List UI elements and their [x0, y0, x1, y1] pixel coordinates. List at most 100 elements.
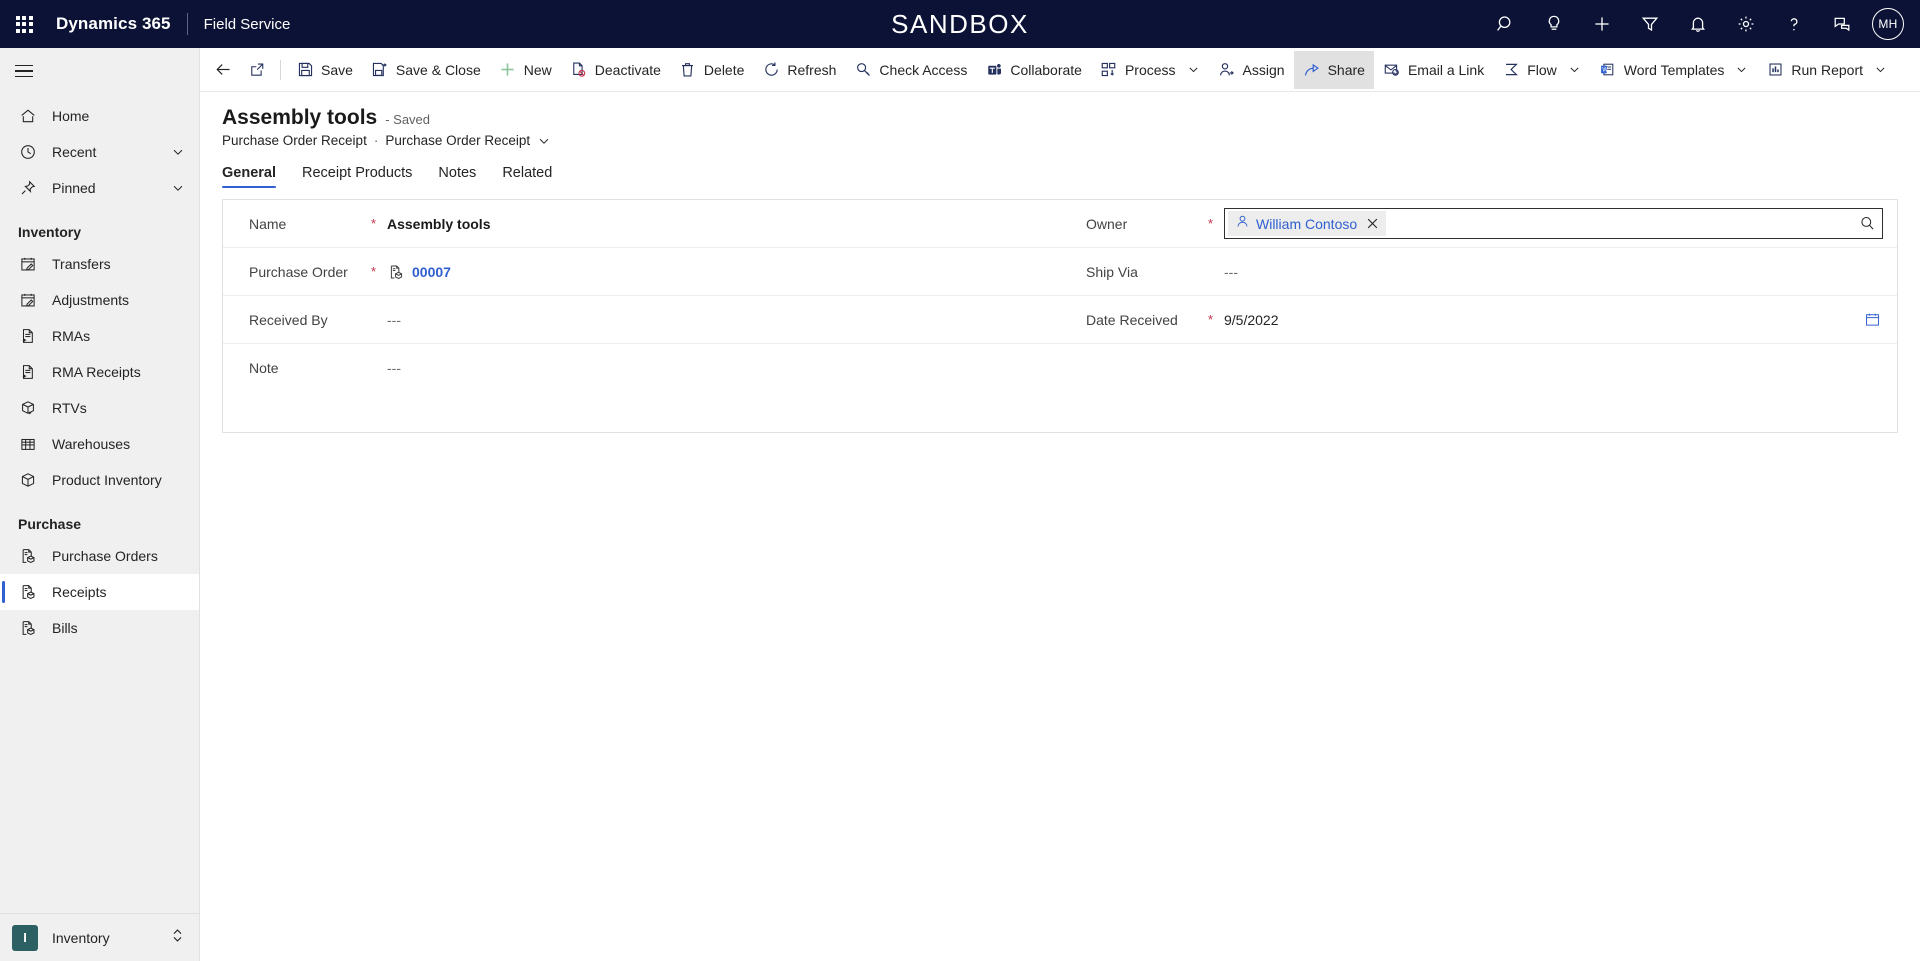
command-label: Check Access: [879, 61, 968, 78]
doc-box-icon: [18, 618, 38, 638]
calendar-icon[interactable]: [1861, 311, 1883, 328]
site-map-toggle-button[interactable]: [0, 48, 199, 94]
close-icon[interactable]: [1363, 215, 1381, 233]
collaborate-button[interactable]: Collaborate: [976, 51, 1091, 89]
owner-chip[interactable]: William Contoso: [1228, 211, 1387, 236]
sidebar-item-rmas[interactable]: RMAs: [0, 318, 199, 354]
sidebar-item-adjustments[interactable]: Adjustments: [0, 282, 199, 318]
delete-button[interactable]: Delete: [670, 51, 753, 89]
report-icon: [1766, 61, 1784, 79]
sidebar-item-warehouses[interactable]: Warehouses: [0, 426, 199, 462]
command-label: Collaborate: [1010, 61, 1082, 78]
owner-lookup-input[interactable]: William Contoso: [1224, 208, 1883, 239]
field-note: Note ---: [223, 344, 1060, 392]
email-link-button[interactable]: Email a Link: [1374, 51, 1493, 89]
sidebar-item-receipts[interactable]: Receipts: [0, 574, 199, 610]
deactivate-icon: [570, 61, 588, 79]
field-date-received: Date Received * 9/5/2022: [1060, 296, 1897, 344]
tab-receipt-products[interactable]: Receipt Products: [302, 165, 412, 188]
chevron-down-icon[interactable]: [171, 181, 185, 195]
purchase-order-record-icon: [387, 263, 404, 280]
tab-notes[interactable]: Notes: [438, 165, 476, 188]
breadcrumb-form[interactable]: Purchase Order Receipt: [385, 133, 530, 148]
check-access-button[interactable]: Check Access: [845, 51, 976, 89]
field-purchase-order: Purchase Order * 00007: [223, 248, 1060, 296]
sidebar-item-rtvs[interactable]: RTVs: [0, 390, 199, 426]
chevron-down-icon[interactable]: [1568, 63, 1581, 76]
field-value-ship-via[interactable]: ---: [1224, 264, 1883, 280]
chevron-down-icon[interactable]: [1735, 63, 1748, 76]
chevron-down-icon[interactable]: [1187, 63, 1200, 76]
sidebar-item-rma-receipts[interactable]: RMA Receipts: [0, 354, 199, 390]
open-new-window-button[interactable]: [240, 53, 274, 87]
sidebar-item-home[interactable]: Home: [0, 98, 199, 134]
plus-icon[interactable]: [1578, 0, 1626, 48]
sidebar-item-label: Receipts: [52, 584, 107, 600]
breadcrumb: Purchase Order Receipt · Purchase Order …: [222, 133, 1920, 148]
sidebar-item-label: Warehouses: [52, 436, 131, 452]
command-label: Process: [1124, 61, 1176, 78]
back-button[interactable]: [206, 53, 240, 87]
calendar-edit-icon: [18, 290, 38, 310]
sidebar-item-product-inventory[interactable]: Product Inventory: [0, 462, 199, 498]
flow-button[interactable]: Flow: [1493, 51, 1590, 89]
field-value-received-by[interactable]: ---: [387, 312, 1046, 328]
assign-button[interactable]: Assign: [1209, 51, 1294, 89]
lightbulb-icon[interactable]: [1530, 0, 1578, 48]
share-button[interactable]: Share: [1293, 50, 1374, 89]
feedback-icon[interactable]: [1818, 0, 1866, 48]
required-indicator: *: [371, 216, 377, 231]
owner-chip-label: William Contoso: [1256, 215, 1358, 232]
bell-icon[interactable]: [1674, 0, 1722, 48]
sidebar-group-title-purchase: Purchase: [18, 516, 82, 532]
save-button[interactable]: Save: [287, 51, 362, 89]
gear-icon[interactable]: [1722, 0, 1770, 48]
search-icon[interactable]: [1482, 0, 1530, 48]
refresh-button[interactable]: Refresh: [753, 51, 845, 89]
field-label: Ship Via: [1086, 263, 1138, 280]
area-switcher-label: Inventory: [52, 929, 110, 946]
app-launcher-button[interactable]: [0, 0, 48, 48]
sidebar-item-purchase-orders[interactable]: Purchase Orders: [0, 538, 199, 574]
tab-general[interactable]: General: [222, 165, 276, 188]
field-label: Received By: [249, 311, 328, 328]
sidebar-scroll-area: Home Recent Pinned Inventory Transfers A…: [0, 94, 199, 913]
filter-icon[interactable]: [1626, 0, 1674, 48]
chevron-up-down-icon[interactable]: [170, 927, 185, 949]
area-switcher[interactable]: I Inventory: [0, 913, 199, 961]
chevron-down-icon[interactable]: [171, 145, 185, 159]
avatar[interactable]: MH: [1872, 8, 1904, 40]
sidebar-item-transfers[interactable]: Transfers: [0, 246, 199, 282]
field-value-date-received[interactable]: 9/5/2022: [1224, 312, 1861, 328]
sidebar-group-title-inventory: Inventory: [18, 224, 82, 240]
new-button[interactable]: New: [490, 51, 561, 89]
doc-box-icon: [18, 546, 38, 566]
save-icon: [296, 61, 314, 79]
sidebar-item-label: RMAs: [52, 328, 91, 344]
chevron-down-icon[interactable]: [1874, 63, 1887, 76]
pin-icon: [18, 178, 38, 198]
lookup-search-icon[interactable]: [1854, 215, 1880, 232]
command-label: Assign: [1242, 61, 1285, 78]
plus-icon: [499, 61, 517, 79]
doc-return-icon: [18, 362, 38, 382]
sidebar-item-recent[interactable]: Recent: [0, 134, 199, 170]
tab-related[interactable]: Related: [502, 165, 552, 188]
svg-text:W: W: [1602, 68, 1608, 74]
run-report-button[interactable]: Run Report: [1757, 51, 1896, 89]
breadcrumb-entity[interactable]: Purchase Order Receipt: [222, 133, 367, 148]
process-button[interactable]: Process: [1091, 51, 1209, 89]
sidebar-item-pinned[interactable]: Pinned: [0, 170, 199, 206]
field-value-name[interactable]: Assembly tools: [387, 216, 1046, 232]
deactivate-button[interactable]: Deactivate: [561, 51, 670, 89]
process-icon: [1100, 61, 1118, 79]
app-name-label[interactable]: Field Service: [204, 16, 291, 33]
field-value-note[interactable]: ---: [387, 360, 1046, 376]
sidebar-item-bills[interactable]: Bills: [0, 610, 199, 646]
word-templates-button[interactable]: W Word Templates: [1590, 51, 1758, 89]
save-close-button[interactable]: Save & Close: [362, 51, 490, 89]
purchase-order-link[interactable]: 00007: [412, 264, 451, 280]
question-icon[interactable]: [1770, 0, 1818, 48]
chevron-down-icon[interactable]: [537, 134, 551, 148]
brand-title[interactable]: Dynamics 365: [56, 14, 171, 34]
